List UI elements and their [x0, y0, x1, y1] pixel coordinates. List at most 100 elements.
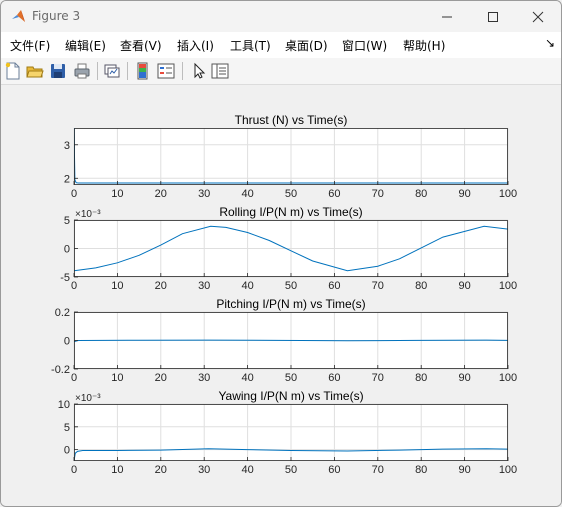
menu-view[interactable]: 查看(V) — [120, 37, 162, 54]
window-title: Figure 3 — [32, 9, 81, 23]
figure-window: Figure 3 文件(F) 编辑(E) 查看(V) 插入(I) 工具(T) 桌… — [0, 0, 562, 507]
x-tick-label: 70 — [372, 280, 384, 292]
x-tick-label: 60 — [328, 280, 340, 292]
y-tick-label: 3 — [64, 140, 70, 152]
x-tick-label: 60 — [328, 188, 340, 200]
x-tick-label: 10 — [111, 280, 123, 292]
x-tick-label: 10 — [111, 372, 123, 384]
x-tick-label: 70 — [372, 464, 384, 476]
insert-colorbar-icon[interactable] — [134, 62, 152, 80]
x-tick-label: 90 — [458, 280, 470, 292]
x-tick-label: 50 — [285, 280, 297, 292]
y-tick-label: 10 — [58, 399, 70, 411]
x-tick-label: 90 — [458, 188, 470, 200]
close-button[interactable] — [515, 1, 561, 32]
y-tick-label: 5 — [64, 215, 70, 227]
save-icon[interactable] — [49, 62, 67, 80]
x-tick-label: 10 — [111, 464, 123, 476]
figure-toolbar — [1, 58, 561, 85]
x-tick-label: 100 — [499, 188, 517, 200]
close-icon — [532, 11, 544, 22]
toolbar-separator — [127, 62, 128, 80]
dock-arrow-icon[interactable]: ↘ — [545, 36, 555, 50]
x-tick-label: 80 — [415, 464, 427, 476]
x-tick-label: 60 — [328, 464, 340, 476]
menu-bar: 文件(F) 编辑(E) 查看(V) 插入(I) 工具(T) 桌面(D) 窗口(W… — [1, 32, 561, 58]
maximize-icon — [488, 11, 498, 22]
x-tick-label: 0 — [71, 464, 77, 476]
y-tick-label: 0.2 — [55, 307, 70, 319]
menu-desktop[interactable]: 桌面(D) — [285, 37, 328, 54]
x-tick-label: 80 — [415, 280, 427, 292]
y-tick-label: 5 — [64, 422, 70, 434]
x-tick-label: 80 — [415, 372, 427, 384]
x-tick-label: 0 — [71, 372, 77, 384]
y-tick-label: 0 — [64, 336, 70, 348]
y-exponent-label: ×10⁻³ — [75, 393, 101, 404]
x-tick-label: 100 — [499, 372, 517, 384]
x-tick-label: 30 — [198, 464, 210, 476]
edit-plot-pointer-icon[interactable] — [190, 62, 208, 80]
subplot-4[interactable]: 0 10 20 30 40 50 60 70 80 90 100 0 5 10 ×10⁻³ Yawing I/… — [58, 389, 517, 476]
subplot-grid[interactable]: 0 10 20 30 40 50 60 70 80 90 10023Thrust (N) vs Ti… — [1, 85, 561, 506]
x-tick-label: 50 — [285, 464, 297, 476]
subplot-2[interactable]: 0 10 20 30 40 50 60 70 80 90 100-505×10⁻³ Rolling I… — [60, 205, 517, 292]
x-tick-label: 30 — [198, 280, 210, 292]
x-tick-label: 60 — [328, 372, 340, 384]
x-tick-label: 20 — [155, 464, 167, 476]
matlab-logo-icon — [12, 10, 25, 22]
x-tick-label: 30 — [198, 188, 210, 200]
x-tick-label: 30 — [198, 372, 210, 384]
menu-tools[interactable]: 工具(T) — [230, 37, 271, 54]
maximize-button[interactable] — [470, 1, 516, 32]
subplot-title: Thrust (N) vs Time(s) — [235, 113, 348, 127]
subplot-title: Pitching I/P(N m) vs Time(s) — [216, 297, 365, 311]
x-tick-label: 80 — [415, 188, 427, 200]
x-tick-label: 50 — [285, 372, 297, 384]
menu-edit[interactable]: 编辑(E) — [65, 37, 106, 54]
y-tick-label: 0 — [64, 244, 70, 256]
menu-file[interactable]: 文件(F) — [10, 37, 50, 54]
x-tick-label: 40 — [241, 464, 253, 476]
subplot-3[interactable]: 0 10 20 30 40 50 60 70 80 90 100-0.200.2Pitching I… — [51, 297, 517, 384]
x-tick-label: 70 — [372, 188, 384, 200]
minimize-button[interactable] — [424, 1, 470, 32]
x-tick-label: 90 — [458, 372, 470, 384]
y-exponent-label: ×10⁻³ — [75, 209, 101, 220]
x-tick-label: 100 — [499, 464, 517, 476]
x-tick-label: 0 — [71, 188, 77, 200]
x-tick-label: 50 — [285, 188, 297, 200]
x-tick-label: 40 — [241, 372, 253, 384]
y-tick-label: 2 — [64, 173, 70, 185]
toolbar-separator — [182, 62, 183, 80]
figure-canvas[interactable]: 0 10 20 30 40 50 60 70 80 90 100 2 3 Thrust (N) vs Ti… — [1, 85, 561, 506]
x-tick-label: 40 — [241, 280, 253, 292]
x-tick-label: 0 — [71, 280, 77, 292]
menu-insert[interactable]: 插入(I) — [177, 37, 214, 54]
x-tick-label: 90 — [458, 464, 470, 476]
link-plot-icon[interactable] — [103, 62, 121, 80]
new-figure-icon[interactable] — [4, 62, 22, 80]
x-tick-label: 70 — [372, 372, 384, 384]
y-tick-label: 0 — [64, 445, 70, 457]
x-tick-label: 20 — [155, 372, 167, 384]
subplot-title: Rolling I/P(N m) vs Time(s) — [219, 205, 362, 219]
property-inspector-icon[interactable] — [211, 62, 229, 80]
toolbar-separator — [97, 62, 98, 80]
menu-window[interactable]: 窗口(W) — [342, 37, 387, 54]
x-tick-label: 20 — [155, 188, 167, 200]
x-tick-label: 10 — [111, 188, 123, 200]
subplot-1[interactable]: 0 10 20 30 40 50 60 70 80 90 100 2 3 Thrust (N) vs Ti… — [64, 113, 517, 200]
subplot-title: Yawing I/P(N m) vs Time(s) — [218, 389, 363, 403]
y-tick-label: -0.2 — [51, 364, 70, 376]
minimize-icon — [442, 16, 452, 17]
menu-help[interactable]: 帮助(H) — [403, 37, 445, 54]
x-tick-label: 20 — [155, 280, 167, 292]
x-tick-label: 100 — [499, 280, 517, 292]
title-bar[interactable]: Figure 3 — [1, 1, 561, 32]
insert-legend-icon[interactable] — [157, 62, 175, 80]
y-tick-label: -5 — [60, 272, 70, 284]
print-icon[interactable] — [73, 62, 91, 80]
open-file-icon[interactable] — [26, 62, 44, 80]
x-tick-label: 40 — [241, 188, 253, 200]
